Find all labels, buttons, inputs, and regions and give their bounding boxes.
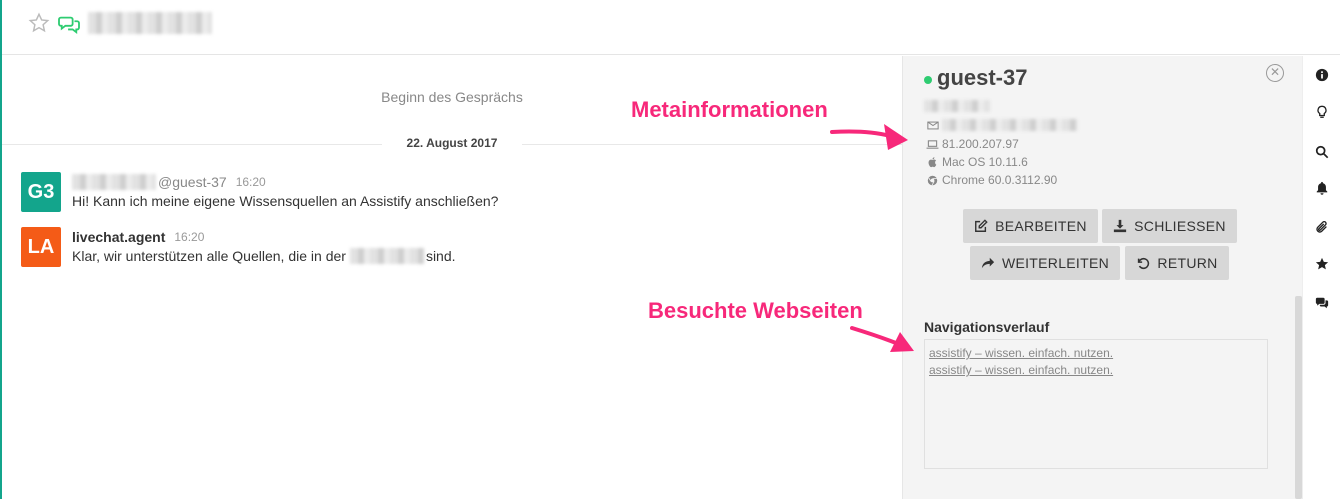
return-button-label: RETURN xyxy=(1157,255,1218,271)
message-header: livechat.agent 16:20 xyxy=(72,229,204,245)
favorite-star-icon[interactable] xyxy=(28,12,50,34)
visitor-email-row xyxy=(926,119,1078,131)
chrome-icon xyxy=(926,174,939,186)
annotation-visited-arrow xyxy=(850,326,914,352)
flex-tab-bar xyxy=(1302,56,1340,499)
room-name-redacted xyxy=(88,12,212,34)
visitor-browser: Chrome 60.0.3112.90 xyxy=(942,173,1058,187)
date-divider-label: 22. August 2017 xyxy=(382,136,522,150)
visitor-os: Mac OS 10.11.6 xyxy=(942,155,1028,169)
navigation-history-link[interactable]: assistify – wissen. einfach. nutzen. xyxy=(929,345,1263,362)
undo-icon xyxy=(1138,257,1150,270)
share-arrow-icon xyxy=(981,257,995,269)
message-item: LA livechat.agent 16:20 Klar, wir unters… xyxy=(21,227,881,277)
message-author[interactable]: livechat.agent xyxy=(72,229,165,245)
download-icon xyxy=(1114,219,1127,233)
annotation-meta-label: Metainformationen xyxy=(631,97,828,122)
message-header: @guest-37 16:20 xyxy=(72,174,266,190)
lightbulb-icon[interactable] xyxy=(1314,104,1330,120)
info-icon[interactable] xyxy=(1314,67,1330,83)
room-header xyxy=(2,0,1340,55)
visitor-fullname-redacted xyxy=(924,100,990,112)
message-time: 16:20 xyxy=(235,175,266,189)
annotation-meta-arrow xyxy=(830,124,908,150)
edit-button[interactable]: BEARBEITEN xyxy=(963,209,1098,243)
navigation-history-list: assistify – wissen. einfach. nutzen. ass… xyxy=(924,339,1268,469)
message-time: 16:20 xyxy=(174,230,205,244)
edit-icon xyxy=(975,219,988,232)
starred-messages-icon[interactable] xyxy=(1314,256,1330,272)
visitor-email-redacted[interactable] xyxy=(942,119,1078,131)
close-chat-button-label: SCHLIESSEN xyxy=(1134,218,1226,234)
author-name-redacted[interactable] xyxy=(72,174,156,190)
message-text: Hi! Kann ich meine eigene Wissensquellen… xyxy=(72,193,499,209)
panel-scrollbar[interactable] xyxy=(1295,296,1302,499)
visitor-browser-row: Chrome 60.0.3112.90 xyxy=(926,173,1057,187)
bell-icon[interactable] xyxy=(1314,180,1330,196)
annotation-visited-label: Besuchte Webseiten xyxy=(648,298,863,323)
apple-icon xyxy=(926,156,939,168)
online-status-dot xyxy=(924,76,932,84)
visitor-ip: 81.200.207.97 xyxy=(942,137,1019,151)
message-item: G3 @guest-37 16:20 Hi! Kann ich meine ei… xyxy=(21,172,881,222)
paperclip-icon[interactable] xyxy=(1314,219,1330,235)
search-icon[interactable] xyxy=(1314,144,1330,160)
laptop-icon xyxy=(926,138,939,150)
avatar[interactable]: LA xyxy=(21,227,61,267)
navigation-history-title: Navigationsverlauf xyxy=(924,319,1050,335)
forward-button-label: WEITERLEITEN xyxy=(1001,255,1110,271)
close-panel-icon[interactable]: ✕ xyxy=(1266,64,1284,82)
visitor-os-row: Mac OS 10.11.6 xyxy=(926,155,1028,169)
navigation-history-link[interactable]: assistify – wissen. einfach. nutzen. xyxy=(929,362,1263,379)
envelope-icon xyxy=(926,119,939,131)
message-text: Klar, wir unterstützen alle Quellen, die… xyxy=(72,248,456,264)
redacted-text xyxy=(349,248,424,264)
visitor-info-panel: guest-37 ✕ 81.200.207.97 Mac OS 10.11.6 … xyxy=(902,56,1302,499)
visitor-name: guest-37 xyxy=(937,65,1028,90)
avatar[interactable]: G3 xyxy=(21,172,61,212)
visitor-ip-row: 81.200.207.97 xyxy=(926,137,1019,151)
forward-button[interactable]: WEITERLEITEN xyxy=(970,246,1120,280)
message-text-before: Klar, wir unterstützen alle Quellen, die… xyxy=(72,248,346,264)
comments-icon[interactable] xyxy=(1314,295,1330,311)
return-button[interactable]: RETURN xyxy=(1125,246,1229,280)
livechat-icon xyxy=(58,16,80,34)
edit-button-label: BEARBEITEN xyxy=(995,218,1087,234)
message-text-after: sind. xyxy=(425,248,456,264)
message-username[interactable]: @guest-37 xyxy=(158,174,227,190)
close-chat-button[interactable]: SCHLIESSEN xyxy=(1102,209,1237,243)
